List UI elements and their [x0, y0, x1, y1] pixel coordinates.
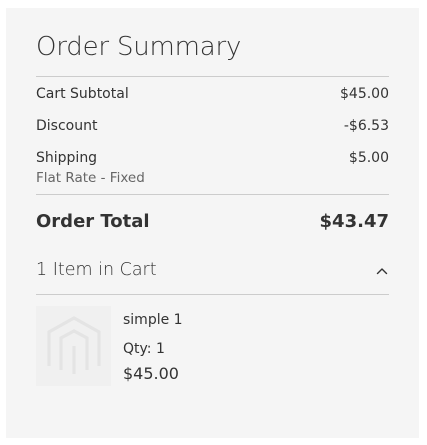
cart-subtotal-label: Cart Subtotal: [36, 86, 129, 102]
order-total-value: $43.47: [319, 211, 389, 232]
cart-item-qty: Qty: 1: [123, 341, 165, 357]
cart-header-divider: [36, 294, 389, 295]
cart-item-name[interactable]: simple 1: [123, 312, 183, 328]
order-summary-panel: Order Summary Cart Subtotal $45.00 Disco…: [6, 8, 419, 438]
cart-subtotal-value: $45.00: [340, 86, 389, 102]
order-summary-title: Order Summary: [36, 32, 242, 62]
shipping-method-label: Flat Rate - Fixed: [36, 170, 145, 186]
product-thumbnail[interactable]: [36, 306, 111, 386]
totals-divider: [36, 194, 389, 195]
order-total-label: Order Total: [36, 211, 150, 232]
chevron-up-icon[interactable]: [375, 264, 389, 278]
magento-logo-placeholder-icon: [47, 316, 101, 374]
items-in-cart-title: 1 Item in Cart: [36, 260, 157, 280]
discount-label: Discount: [36, 118, 98, 134]
title-divider: [36, 76, 389, 77]
shipping-value: $5.00: [348, 150, 389, 166]
discount-value: -$6.53: [343, 118, 389, 134]
cart-item-price: $45.00: [123, 364, 179, 383]
items-in-cart-toggle[interactable]: 1 Item in Cart: [36, 258, 389, 288]
shipping-label: Shipping: [36, 150, 98, 166]
